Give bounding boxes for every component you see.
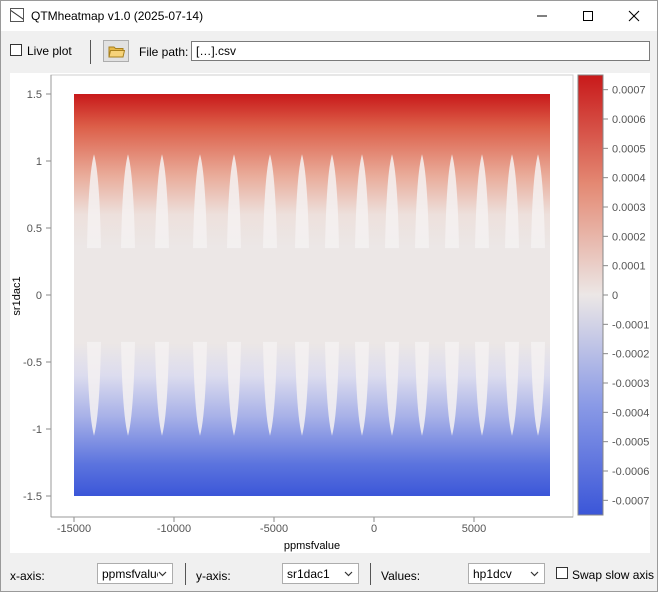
colorbar-tick-label: 0.0007 [612, 85, 646, 97]
y-axis-title: sr1dac1 [11, 276, 23, 315]
colorbar-tick-label: -0.0007 [612, 495, 649, 507]
colorbar-tick-label: -0.0002 [612, 349, 649, 361]
close-icon [628, 10, 640, 22]
live-plot-checkbox[interactable] [10, 44, 22, 56]
app-window: QTMheatmap v1.0 (2025-07-14) Live plot F… [0, 0, 658, 592]
x-tick-label: 5000 [462, 523, 486, 535]
colorbar[interactable] [577, 74, 604, 516]
x-tick-label: -15000 [57, 523, 91, 535]
colorbar-tick-label: 0.0004 [612, 173, 646, 185]
chevron-down-icon [158, 571, 167, 577]
plot-area[interactable]: -15000 -10000 -5000 0 5000 1.5 1 0.5 0 -0.5 -1 -1.5… [10, 73, 650, 553]
window-title: QTMheatmap v1.0 (2025-07-14) [31, 9, 204, 23]
values-select-value: hp1dcv [473, 567, 512, 581]
colorbar-tick-label: 0.0001 [612, 261, 646, 273]
colorbar-tick-label: -0.0004 [612, 407, 649, 419]
x-tick-label: -10000 [157, 523, 191, 535]
y-tick-label: 0.5 [27, 223, 42, 235]
folder-open-icon [108, 46, 125, 58]
values-select[interactable]: hp1dcv [468, 563, 545, 584]
y-tick-label: -1.5 [23, 491, 42, 503]
open-file-button[interactable] [103, 40, 129, 62]
y-axis-select-value: sr1dac1 [287, 567, 330, 581]
values-label: Values: [381, 569, 421, 583]
heatmap-chart[interactable]: -15000 -10000 -5000 0 5000 1.5 1 0.5 0 -0.5 -1 -1.5… [10, 73, 650, 553]
swap-slow-axis-label[interactable]: Swap slow axis [572, 568, 654, 582]
colorbar-tick-label: -0.0003 [612, 378, 649, 390]
close-button[interactable] [611, 1, 657, 31]
colorbar-tick-label: -0.0006 [612, 466, 649, 478]
swap-slow-axis-checkbox[interactable] [556, 567, 568, 579]
y-tick-label: 1.5 [27, 89, 42, 101]
file-path-input[interactable] [191, 41, 650, 61]
colorbar-tick-label: 0 [612, 290, 618, 302]
bottom-separator [370, 563, 371, 585]
file-path-label: File path: [139, 45, 189, 59]
colorbar-tick-label: 0.0002 [612, 231, 646, 243]
bottom-separator [185, 563, 186, 585]
maximize-button[interactable] [565, 1, 611, 31]
chevron-down-icon [530, 571, 539, 577]
bottom-bar: x-axis: ppmsfvalue y-axis: sr1dac1 Value… [1, 556, 657, 591]
title-bar[interactable]: QTMheatmap v1.0 (2025-07-14) [1, 1, 657, 31]
y-tick-label: 1 [36, 156, 42, 168]
x-axis-title: ppmsfvalue [284, 540, 340, 552]
live-plot-label[interactable]: Live plot [27, 44, 72, 58]
y-tick-label: -1 [32, 424, 42, 436]
y-tick-label: -0.5 [23, 357, 42, 369]
x-tick-label: 0 [371, 523, 377, 535]
colorbar-tick-label: -0.0005 [612, 437, 649, 449]
colorbar-tick-label: 0.0003 [612, 202, 646, 214]
y-tick-label: 0 [36, 290, 42, 302]
x-axis-label: x-axis: [10, 569, 45, 583]
colorbar-tick-label: 0.0006 [612, 114, 646, 126]
x-axis-select-value: ppmsfvalue [102, 567, 158, 581]
toolbar-separator [90, 40, 91, 64]
x-tick-label: -5000 [260, 523, 288, 535]
minimize-icon [537, 15, 547, 17]
colorbar-tick-label: 0.0005 [612, 143, 646, 155]
chevron-down-icon [344, 571, 353, 577]
minimize-button[interactable] [519, 1, 565, 31]
x-axis-select[interactable]: ppmsfvalue [97, 563, 173, 584]
colorbar-tick-label: -0.0001 [612, 319, 649, 331]
y-axis-select[interactable]: sr1dac1 [282, 563, 359, 584]
y-axis-label: y-axis: [196, 569, 231, 583]
maximize-icon [583, 11, 593, 21]
heatmap-image[interactable] [74, 94, 550, 496]
toolbar: Live plot File path: [1, 31, 657, 71]
app-icon [10, 8, 24, 22]
